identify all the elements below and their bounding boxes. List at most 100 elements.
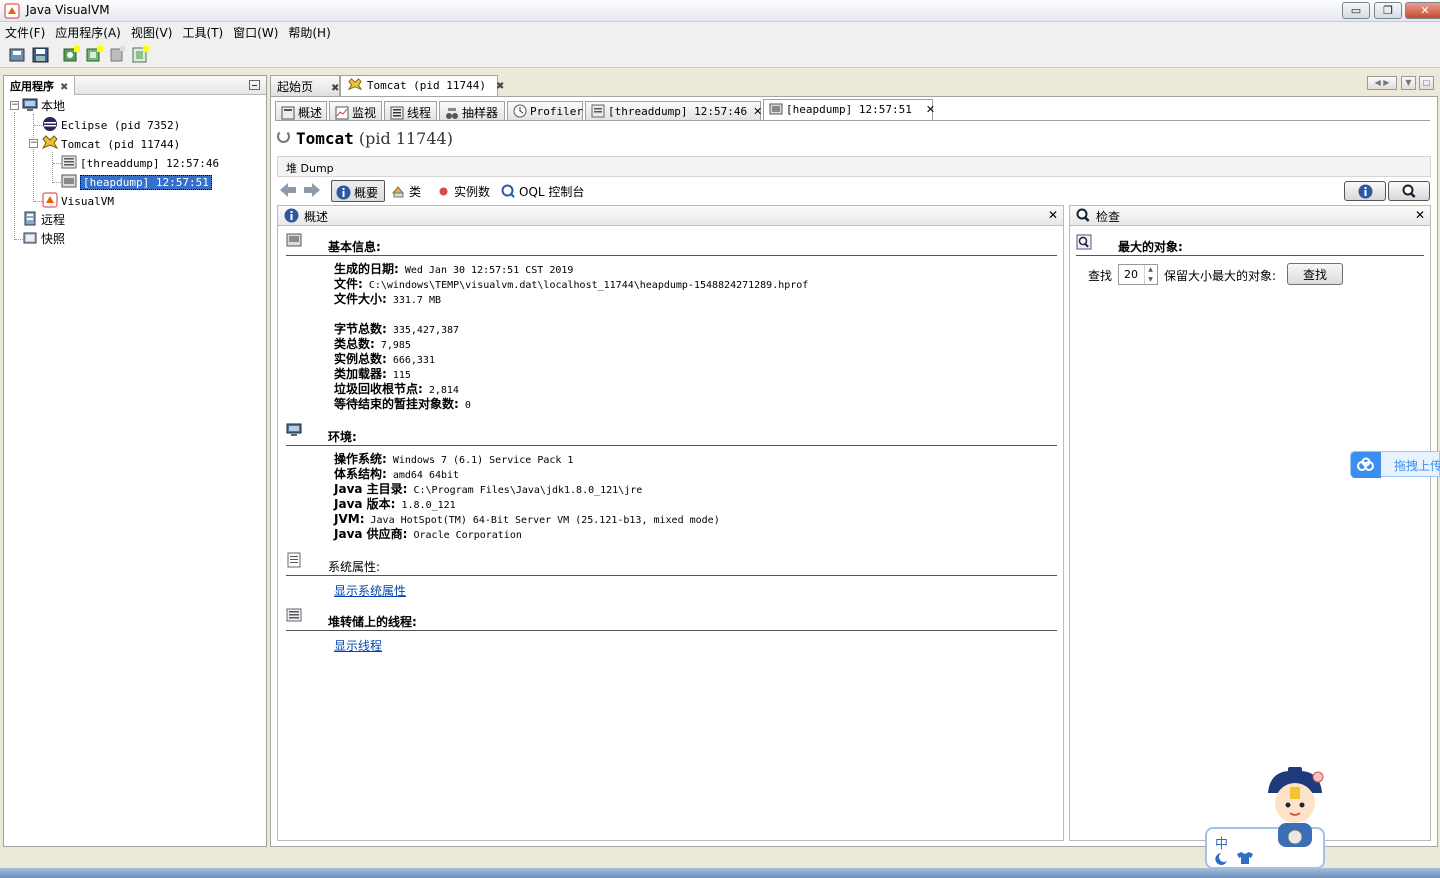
tab-scroll-arrows-icon[interactable]: ◀ ▶: [1367, 76, 1397, 90]
heap-dump-caption: 堆 Dump: [277, 156, 1431, 177]
tree-node-remote[interactable]: 远程: [22, 211, 65, 229]
section-system-properties: 系统属性:: [286, 552, 1057, 576]
add-remote-host-icon[interactable]: [84, 45, 104, 65]
info-row-file-size: 文件大小: 331.7 MB: [334, 292, 441, 307]
instances-button[interactable]: 实例数: [432, 180, 494, 202]
tab-tomcat-close-icon[interactable]: ✖: [496, 81, 504, 92]
menu-file[interactable]: 文件(F): [0, 22, 50, 42]
tab-threads[interactable]: 线程: [384, 101, 437, 121]
info-row-os: 操作系统: Windows 7 (6.1) Service Pack 1: [334, 452, 573, 467]
tree-node-tomcat[interactable]: Tomcat (pid 11744): [42, 135, 180, 153]
add-core-dump-icon[interactable]: [107, 45, 127, 65]
show-system-properties-link[interactable]: 显示系统属性: [334, 582, 406, 599]
minimize-button[interactable]: ▭: [1342, 2, 1370, 19]
show-threads-link[interactable]: 显示线程: [334, 637, 382, 654]
ime-moon-shirt-icon: [1215, 852, 1253, 865]
info-key: 实例总数:: [334, 352, 387, 366]
tab-monitor[interactable]: 监视: [329, 101, 382, 121]
tab-profiler-label: Profiler: [530, 105, 583, 118]
add-snapshot-icon[interactable]: [130, 45, 150, 65]
info-value: 2,814: [422, 385, 459, 396]
info-row-architecture: 体系结构: amd64 64bit: [334, 467, 459, 482]
info-key: 垃圾回收根节点:: [334, 382, 423, 396]
thread-dump-icon: [591, 104, 605, 118]
inspect-panel-header: 检查 ✕: [1070, 206, 1430, 226]
spinner-down-icon[interactable]: ▼: [1144, 275, 1156, 284]
info-key: 生成的日期:: [334, 262, 399, 276]
add-jmx-connection-icon[interactable]: [61, 45, 81, 65]
load-icon[interactable]: [8, 45, 28, 65]
document-icon: [287, 552, 301, 568]
drag-upload-widget[interactable]: 拖拽上传: [1350, 451, 1440, 478]
tab-profiler[interactable]: Profiler: [507, 101, 583, 121]
tab-threaddump[interactable]: [threaddump] 12:57:46 ✕: [585, 101, 762, 121]
page-title-name: Tomcat: [296, 129, 354, 148]
inspect-panel-close-icon[interactable]: ✕: [1415, 208, 1425, 222]
applications-panel-header: 应用程序 ✖: [4, 76, 266, 95]
back-arrow-icon[interactable]: [279, 182, 297, 198]
close-button[interactable]: ✕: [1405, 2, 1440, 19]
computer-icon: [22, 98, 38, 111]
tree-node-threaddump[interactable]: [threaddump] 12:57:46: [61, 154, 219, 172]
tab-list-dropdown-icon[interactable]: ▼: [1401, 76, 1416, 90]
menu-application[interactable]: 应用程序(A): [50, 22, 126, 42]
tree-collapse-toggle[interactable]: −: [10, 101, 19, 110]
summary-button[interactable]: 概要: [331, 180, 385, 202]
oql-console-button[interactable]: OQL 控制台: [497, 180, 588, 202]
tab-threaddump-close-icon[interactable]: ✕: [753, 105, 762, 118]
find-button[interactable]: 查找: [1287, 263, 1343, 285]
overview-panel-header: 概述 ✕: [278, 206, 1063, 226]
tree-node-visualvm[interactable]: VisualVM: [42, 192, 114, 210]
tab-start-page[interactable]: 起始页 ✖: [270, 75, 340, 96]
inspect-panel: 检查 ✕ 最大的对象: 查找 ▲ ▼ 保留大小最大的对象: 查找: [1069, 205, 1431, 841]
tree-label-remote: 远程: [41, 213, 66, 227]
applications-tab[interactable]: 应用程序 ✖: [4, 76, 76, 95]
applications-tab-close-icon[interactable]: ✖: [60, 82, 68, 93]
info-row-total-instances: 实例总数: 666,331: [334, 352, 435, 367]
save-icon[interactable]: [31, 45, 51, 65]
info-key: Java 主目录:: [334, 482, 408, 496]
overview-panel-close-icon[interactable]: ✕: [1048, 208, 1058, 222]
restore-button[interactable]: ❐: [1374, 2, 1402, 19]
object-count-spinner[interactable]: ▲ ▼: [1118, 264, 1158, 285]
tree-label-tomcat: Tomcat (pid 11744): [61, 138, 181, 151]
tab-tomcat[interactable]: Tomcat (pid 11744) ✖: [340, 75, 504, 96]
loading-spinner-icon: [277, 130, 290, 143]
summary-label: 概要: [354, 186, 379, 200]
tree-node-eclipse[interactable]: Eclipse (pid 7352): [42, 116, 180, 134]
tab-start-page-label: 起始页: [277, 80, 314, 94]
tree-label-local: 本地: [41, 99, 66, 113]
info-key: JVM:: [334, 512, 365, 526]
tab-heapdump-label: [heapdump] 12:57:51: [786, 103, 912, 116]
info-row-java-home: Java 主目录: C:\Program Files\Java\jdk1.8.0…: [334, 482, 642, 497]
info-value: 666,331: [386, 355, 435, 366]
tree-label-eclipse: Eclipse (pid 7352): [61, 119, 181, 132]
tree-node-heapdump[interactable]: [heapdump] 12:57:51: [61, 173, 212, 191]
window-title: Java VisualVM: [26, 3, 110, 17]
tab-heapdump-close-icon[interactable]: ✕: [926, 103, 935, 116]
menu-view[interactable]: 视图(V): [126, 22, 178, 42]
show-inspect-button[interactable]: [1388, 181, 1430, 201]
tab-overview[interactable]: 概述: [275, 101, 327, 121]
windows-taskbar: [0, 868, 1440, 878]
biggest-objects-title: 最大的对象:: [1118, 240, 1183, 254]
menu-tools[interactable]: 工具(T): [177, 22, 228, 42]
menu-help[interactable]: 帮助(H): [283, 22, 335, 42]
minimize-panel-icon[interactable]: [249, 80, 260, 90]
spinner-up-icon[interactable]: ▲: [1144, 265, 1156, 274]
maximize-window-icon[interactable]: □: [1419, 76, 1434, 90]
menu-window[interactable]: 窗口(W): [228, 22, 283, 42]
applications-panel: 应用程序 ✖ − 本地 Eclipse (pid 7352) − Tomcat (…: [3, 75, 267, 847]
tab-overview-label: 概述: [298, 106, 323, 120]
show-info-button[interactable]: [1344, 181, 1386, 201]
heap-dump-icon: [769, 103, 783, 115]
tree-node-snapshot[interactable]: 快照: [22, 230, 65, 248]
classes-button[interactable]: 类: [387, 180, 425, 202]
tree-node-local[interactable]: 本地: [22, 97, 65, 115]
object-count-input[interactable]: [1119, 265, 1143, 284]
tab-sampler[interactable]: 抽样器: [439, 101, 505, 121]
forward-arrow-icon[interactable]: [303, 182, 321, 198]
tab-heapdump[interactable]: [heapdump] 12:57:51 ✕: [763, 99, 935, 121]
tree-collapse-toggle[interactable]: −: [29, 139, 38, 148]
tab-start-page-close-icon[interactable]: ✖: [331, 83, 339, 94]
